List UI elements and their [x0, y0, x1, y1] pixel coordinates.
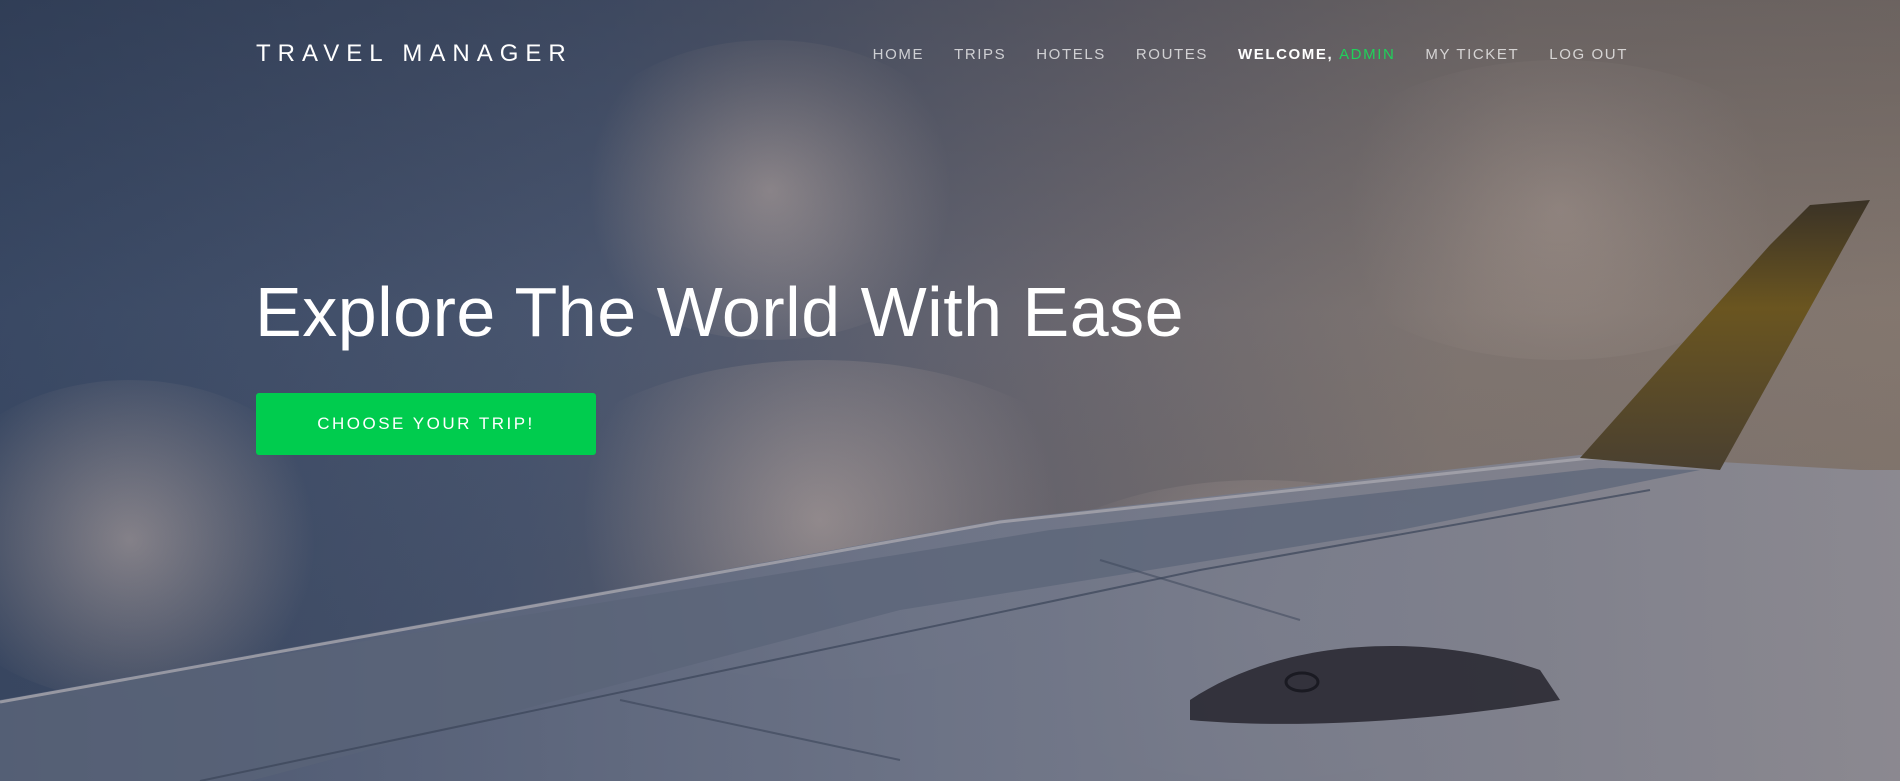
nav-menu: HOME TRIPS HOTELS ROUTES WELCOME, ADMIN …: [843, 46, 1628, 63]
nav-item-trips[interactable]: TRIPS: [954, 46, 1006, 63]
welcome-label: WELCOME,: [1237, 46, 1334, 63]
nav-item-routes[interactable]: ROUTES: [1136, 46, 1208, 63]
nav-item-logout[interactable]: LOG OUT: [1549, 46, 1628, 63]
nav-item-welcome[interactable]: WELCOME, ADMIN: [1238, 46, 1395, 63]
choose-trip-button[interactable]: CHOOSE YOUR TRIP!: [256, 393, 596, 455]
nav-item-my-ticket[interactable]: MY TICKET: [1425, 46, 1519, 63]
navbar: TRAVEL MANAGER HOME TRIPS HOTELS ROUTES …: [0, 0, 1900, 108]
hero-headline: Explore The World With Ease: [255, 273, 1185, 351]
nav-item-hotels[interactable]: HOTELS: [1036, 46, 1106, 63]
username-label: ADMIN: [1339, 46, 1396, 63]
brand-logo[interactable]: TRAVEL MANAGER: [256, 40, 573, 68]
nav-item-home[interactable]: HOME: [873, 46, 924, 63]
airplane-wing-image: [0, 200, 1900, 781]
hero-section: TRAVEL MANAGER HOME TRIPS HOTELS ROUTES …: [0, 0, 1900, 781]
